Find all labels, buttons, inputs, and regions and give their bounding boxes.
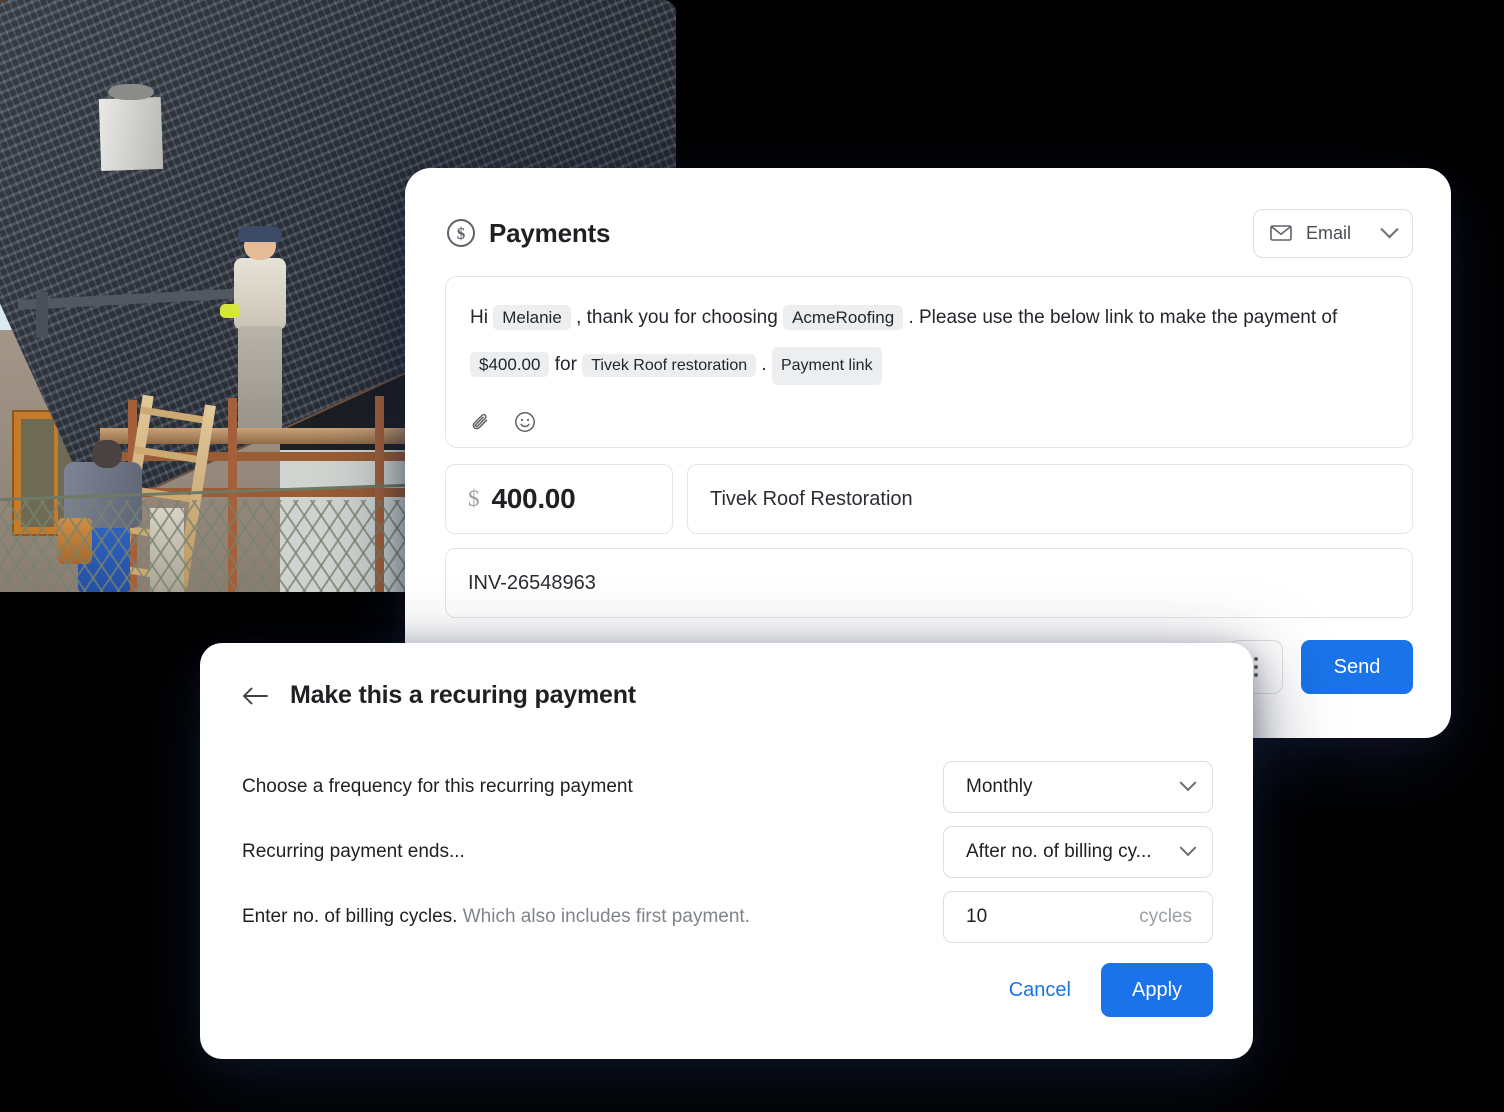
envelope-icon bbox=[1270, 225, 1292, 241]
frequency-control: Monthly bbox=[943, 761, 1213, 813]
photo-worker-upper bbox=[220, 226, 290, 432]
photo-worker-upper-legs bbox=[238, 326, 282, 432]
invoice-number-value: INV-26548963 bbox=[468, 571, 596, 594]
chevron-down-icon bbox=[1179, 839, 1197, 857]
apply-button[interactable]: Apply bbox=[1101, 963, 1213, 1017]
description-input[interactable]: Tivek Roof Restoration bbox=[687, 464, 1413, 534]
photo-downpipe bbox=[36, 292, 48, 338]
photo-worker-upper-cap bbox=[238, 226, 282, 242]
ends-label: Recurring payment ends... bbox=[242, 841, 465, 862]
billing-cycles-label-main: Enter no. of billing cycles. bbox=[242, 906, 458, 927]
ends-row: Recurring payment ends... After no. of b… bbox=[242, 820, 1213, 884]
chip-customer-name[interactable]: Melanie bbox=[493, 305, 571, 330]
attachment-icon[interactable] bbox=[470, 411, 492, 433]
message-text-3: of bbox=[1321, 307, 1338, 328]
modal-header: Make this a recuring payment bbox=[242, 681, 636, 710]
composer-toolbar bbox=[470, 411, 536, 433]
frequency-row: Choose a frequency for this recurring pa… bbox=[242, 755, 1213, 819]
frequency-select-value: Monthly bbox=[966, 776, 1033, 797]
frequency-select[interactable]: Monthly bbox=[943, 761, 1213, 813]
billing-cycles-label-hint: Which also includes first payment. bbox=[457, 906, 750, 927]
modal-form: Choose a frequency for this recurring pa… bbox=[242, 755, 1213, 950]
message-text-4: for bbox=[554, 354, 577, 375]
billing-cycles-control: 10 cycles bbox=[943, 891, 1213, 943]
message-text-2: . Please use the below link to make the … bbox=[908, 307, 1317, 328]
chip-service-name[interactable]: Tivek Roof restoration bbox=[582, 354, 757, 377]
photo-worker-lower-head bbox=[92, 440, 122, 468]
send-button[interactable]: Send bbox=[1301, 640, 1413, 694]
billing-cycles-label: Enter no. of billing cycles. Which also … bbox=[242, 906, 750, 928]
billing-cycles-unit: cycles bbox=[1139, 906, 1192, 927]
amount-input[interactable]: $ 400.00 bbox=[445, 464, 673, 534]
currency-symbol: $ bbox=[468, 486, 480, 511]
frequency-label: Choose a frequency for this recurring pa… bbox=[242, 776, 633, 797]
screenshot-stage: $ Payments Email Hi Melanie , thank you … bbox=[0, 0, 1504, 1112]
billing-cycles-row: Enter no. of billing cycles. Which also … bbox=[242, 885, 1213, 949]
invoice-number-input[interactable]: INV-26548963 bbox=[445, 548, 1413, 618]
photo-worker-upper-body bbox=[234, 258, 286, 330]
message-text-5: . bbox=[761, 354, 767, 375]
chevron-down-icon bbox=[1179, 774, 1197, 792]
chip-payment-link[interactable]: Payment link bbox=[771, 347, 882, 385]
ends-select[interactable]: After no. of billing cy... bbox=[943, 826, 1213, 878]
billing-cycles-value: 10 bbox=[966, 906, 988, 927]
amount-description-row: $ 400.00 Tivek Roof Restoration bbox=[445, 464, 1413, 534]
message-body: Hi Melanie , thank you for choosing Acme… bbox=[470, 299, 1388, 385]
chevron-down-icon bbox=[1380, 219, 1399, 238]
chip-company-name[interactable]: AcmeRoofing bbox=[783, 305, 904, 330]
arrow-left-icon[interactable] bbox=[242, 686, 268, 706]
description-value: Tivek Roof Restoration bbox=[710, 487, 913, 510]
modal-title: Make this a recuring payment bbox=[290, 681, 636, 709]
channel-select-value: Email bbox=[1306, 222, 1352, 243]
dollar-circle-icon: $ bbox=[447, 219, 475, 247]
page-title: Payments bbox=[489, 217, 611, 248]
ends-select-value: After no. of billing cy... bbox=[966, 841, 1152, 862]
payments-card-header: $ Payments Email bbox=[447, 204, 1413, 262]
billing-cycles-input[interactable]: 10 cycles bbox=[943, 891, 1213, 943]
modal-actions: Cancel Apply bbox=[1001, 963, 1213, 1017]
photo-chimney-cap bbox=[108, 84, 154, 100]
photo-worker-upper-glove bbox=[220, 304, 240, 318]
photo-chimney bbox=[98, 96, 164, 172]
message-composer[interactable]: Hi Melanie , thank you for choosing Acme… bbox=[445, 276, 1413, 448]
emoji-icon[interactable] bbox=[514, 411, 536, 433]
ends-control: After no. of billing cy... bbox=[943, 826, 1213, 878]
amount-value: 400.00 bbox=[491, 483, 576, 514]
message-text-1: , thank you for choosing bbox=[576, 307, 778, 328]
message-greeting: Hi bbox=[470, 307, 488, 328]
recurring-payment-modal: Make this a recuring payment Choose a fr… bbox=[200, 643, 1253, 1059]
chip-amount[interactable]: $400.00 bbox=[470, 352, 550, 377]
payments-card-actions: Send bbox=[1229, 640, 1413, 694]
cancel-button[interactable]: Cancel bbox=[1001, 969, 1079, 1012]
channel-select[interactable]: Email bbox=[1253, 208, 1413, 258]
payments-title-group: $ Payments bbox=[447, 218, 610, 249]
